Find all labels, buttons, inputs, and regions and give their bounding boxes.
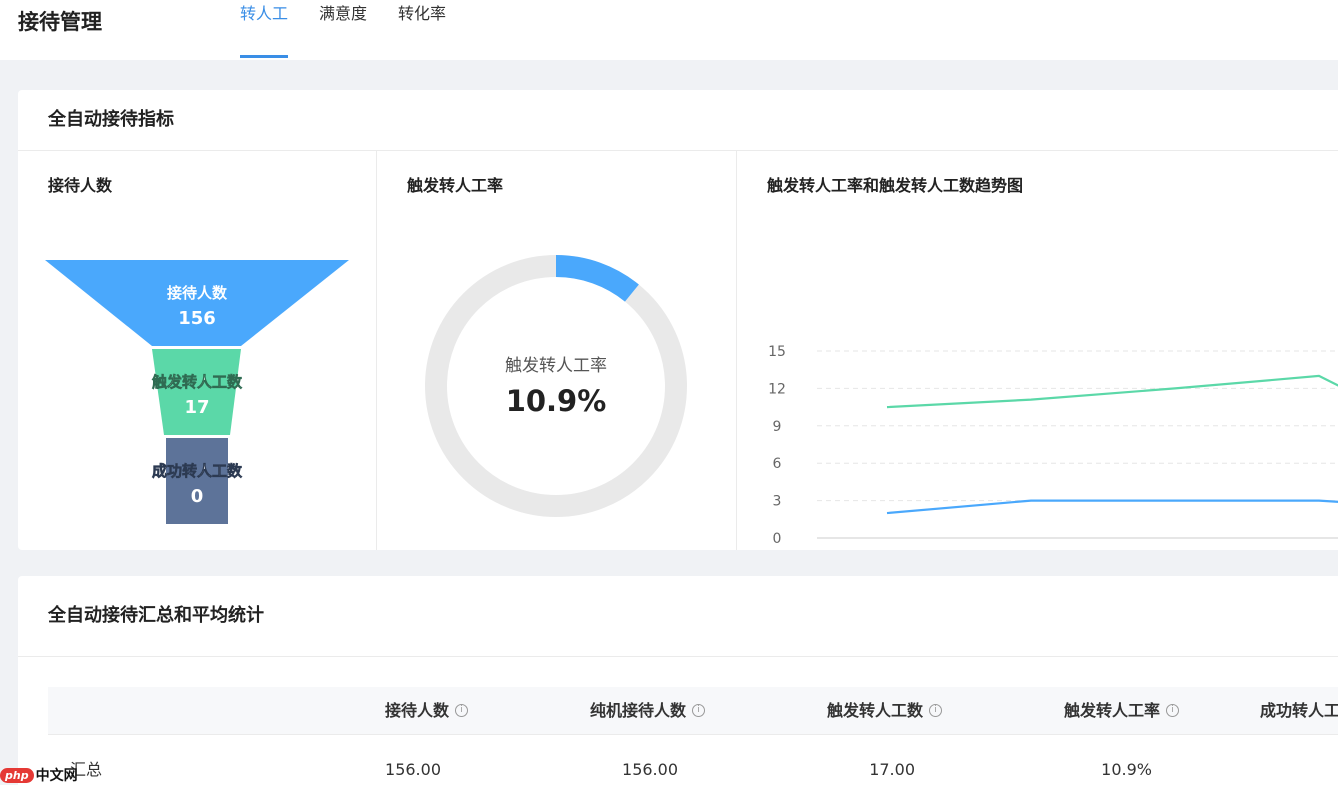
gauge-fill-arc [555,255,639,302]
x-tick-label: 2025-04-17 [1278,549,1338,550]
series-line-1 [886,499,1338,515]
column-header-received[interactable]: 接待人数 i [385,687,468,735]
table-header: 接待人数 i 纯机接待人数 i 触发转人工数 i 触发转人工率 i 成功转人工 [48,687,1338,735]
funnel-stage-success-label: 成功转人工数 [152,462,243,480]
y-tick-label: 6 [773,456,782,472]
funnel-stage-success[interactable] [166,438,228,524]
watermark-text: 中文网 [35,768,78,784]
column-header-bot-only[interactable]: 纯机接待人数 i [590,687,705,735]
cell-bot-only: 156.00 [622,760,678,779]
top-bar: 接待管理 转人工 满意度 转化率 [0,0,1338,60]
funnel-stage-triggered-value: 17 [184,397,209,418]
funnel-chart: 接待人数 156 触发转人工数 17 成功转人工数 0 [45,260,349,524]
metrics-card-title: 全自动接待指标 [48,109,174,130]
gauge-label: 触发转人工率 [505,356,607,376]
funnel-stage-triggered[interactable] [152,349,241,435]
tab-conversion-rate[interactable]: 转化率 [398,0,446,60]
cell-triggered: 17.00 [869,760,915,779]
funnel-stage-received[interactable] [45,260,349,346]
funnel-stage-received-value: 156 [178,308,216,329]
y-tick-label: 12 [768,381,786,397]
trend-line-chart: 0 3 6 9 12 15 2025-04-14 2025-04-15 2025-04-16 20… [768,344,1338,550]
watermark: php 中文网 [0,764,78,785]
summary-card-title: 全自动接待汇总和平均统计 [48,605,264,626]
y-tick-label: 3 [773,494,782,510]
watermark-logo: php [0,767,34,783]
column-header-triggered[interactable]: 触发转人工数 i [827,687,942,735]
column-header-trigger-rate[interactable]: 触发转人工率 i [1064,687,1179,735]
y-tick-label: 15 [768,344,786,360]
x-tick-label: 2025-04-15 [990,549,1071,550]
funnel-stage-triggered-label: 触发转人工数 [152,373,243,391]
x-tick-label: 2025-04-14 [846,549,927,550]
info-icon[interactable]: i [929,704,942,717]
cell-received: 156.00 [385,760,441,779]
tab-satisfaction[interactable]: 满意度 [319,0,367,60]
info-icon[interactable]: i [692,704,705,717]
auto-reception-summary-card: 全自动接待汇总和平均统计 接待人数 i 纯机接待人数 i 触发转人工数 i 触发转人工… [18,576,1338,785]
info-icon[interactable]: i [1166,704,1179,717]
tab-bar: 转人工 满意度 转化率 [240,0,477,60]
tab-transfer-to-human[interactable]: 转人工 [240,0,289,60]
divider [18,656,1338,657]
auto-reception-metrics-card: 全自动接待指标 接待人数 接待人数 156 触发转人工数 17 成功转人工数 0… [18,90,1338,550]
cell-trigger-rate: 10.9% [1101,760,1152,779]
funnel-panel-title: 接待人数 [48,176,113,195]
rate-gauge: 触发转人工率 10.9% [425,255,687,517]
x-tick-label: 2025-04-16 [1134,549,1215,550]
series-line-2 [886,374,1338,409]
page-title: 接待管理 [18,10,102,34]
info-icon[interactable]: i [455,704,468,717]
gauge-value: 10.9% [506,384,607,418]
y-tick-label: 0 [773,531,782,547]
y-tick-label: 9 [773,419,782,435]
column-header-success[interactable]: 成功转人工 [1260,687,1338,735]
funnel-stage-received-label: 接待人数 [167,284,228,302]
funnel-stage-success-value: 0 [191,486,204,507]
